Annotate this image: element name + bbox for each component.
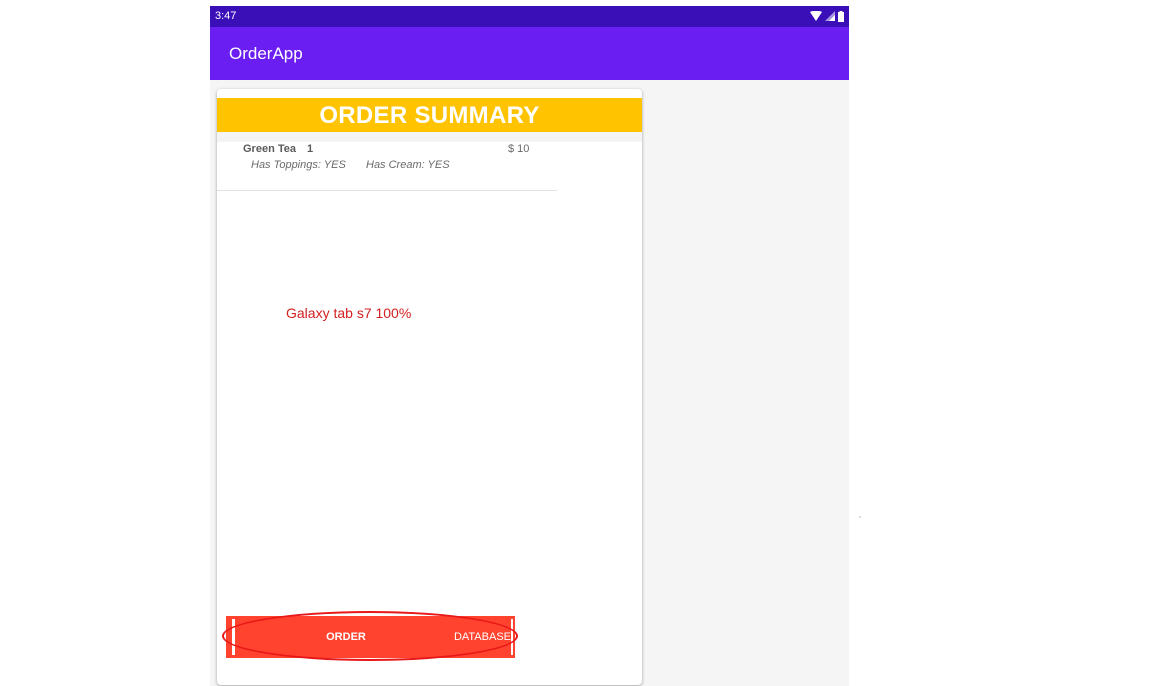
item-toppings: Has Toppings: YES [251, 159, 346, 171]
app-bar: OrderApp [210, 27, 849, 80]
status-icons [810, 9, 844, 23]
button-edge-left [232, 619, 235, 655]
item-quantity: 1 [307, 143, 314, 155]
signal-icon [825, 11, 835, 21]
button-bar: ORDER DATABASE [226, 616, 515, 658]
order-summary-header: ORDER SUMMARY [217, 98, 642, 132]
item-cream: Has Cream: YES [366, 159, 450, 171]
device-annotation-label: Galaxy tab s7 100% [286, 305, 412, 321]
status-time: 3:47 [215, 10, 237, 22]
button-edge-right [511, 619, 513, 655]
database-button[interactable]: DATABASE [454, 616, 511, 658]
battery-icon [838, 10, 844, 22]
order-button[interactable]: ORDER [296, 616, 396, 658]
order-summary-card: ORDER SUMMARY Green Tea 1 $ 10 Has Toppi… [217, 89, 642, 685]
status-bar: 3:47 [210, 6, 849, 27]
order-summary-title: ORDER SUMMARY [319, 102, 540, 129]
device-screen: 3:47 OrderApp ORDER SUMMARY Green Tea 1 [210, 6, 849, 686]
header-divider [217, 132, 642, 142]
stray-dot [859, 516, 861, 518]
item-name: Green Tea [243, 143, 296, 155]
wifi-icon [810, 11, 822, 21]
item-price: $ 10 [508, 143, 530, 155]
app-title: OrderApp [229, 44, 303, 63]
order-list-item[interactable]: Green Tea 1 $ 10 Has Toppings: YES Has C… [217, 142, 557, 191]
